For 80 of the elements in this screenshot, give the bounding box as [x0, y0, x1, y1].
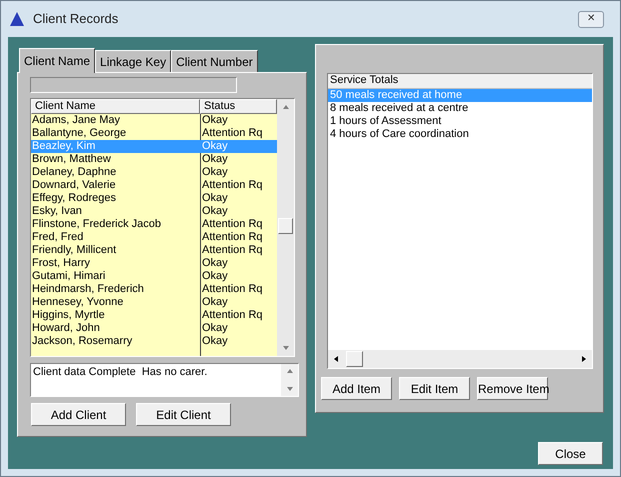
status-cell-text: Okay	[201, 296, 229, 309]
list-row[interactable]: 8 meals received at a centre	[328, 102, 592, 115]
client-name-cell-text: Heindmarsh, Frederich	[31, 283, 145, 296]
push-button[interactable]: Add Item	[321, 377, 392, 400]
client-name-cell-text: Jackson, Rosemarry	[31, 335, 134, 348]
client-name-cell-text: Beazley, Kim	[31, 140, 96, 153]
column-header[interactable]: Service Totals	[328, 74, 592, 89]
tab[interactable]: Linkage Key	[95, 50, 172, 72]
client-name-cell-text: Brown, Matthew	[31, 153, 112, 166]
client-name-cell-text: Esky, Ivan	[31, 205, 83, 218]
list-row[interactable]: 4 hours of Care coordination	[328, 128, 592, 141]
client-name-cell-text: Howard, John	[31, 322, 101, 335]
status-cell-text: Okay	[201, 205, 229, 218]
vertical-scrollbar[interactable]	[277, 99, 294, 356]
status-cell-text: Okay	[201, 192, 229, 205]
client-name-cell-text: Delaney, Daphne	[31, 166, 118, 179]
list-row[interactable]: Brown, Matthew Okay	[31, 153, 277, 166]
scroll-arrow-down-icon[interactable]	[282, 344, 290, 352]
list-row[interactable]: Ballantyne, George Attention Rq	[31, 127, 277, 140]
status-cell-text: Okay	[201, 153, 229, 166]
client-name-cell-text: Effegy, Rodreges	[31, 192, 117, 205]
scroll-arrow-right-icon[interactable]	[580, 355, 588, 363]
list-row[interactable]: 1 hours of Assessment	[328, 115, 592, 128]
list-row[interactable]: Howard, John Okay	[31, 322, 277, 335]
status-cell-text: Attention Rq	[201, 309, 264, 322]
client-name-cell-text: Flinstone, Frederick Jacob	[31, 218, 162, 231]
status-cell-text: Attention Rq	[201, 283, 264, 296]
scroll-thumb[interactable]	[278, 218, 293, 234]
list-row[interactable]: Fred, Fred Attention Rq	[31, 231, 277, 244]
client-name-cell-text: Higgins, Myrtle	[31, 309, 106, 322]
list-row[interactable]: Higgins, Myrtle Attention Rq	[31, 309, 277, 322]
list-row[interactable]: Esky, Ivan Okay	[31, 205, 277, 218]
status-cell-text: Attention Rq	[201, 127, 264, 140]
list-row[interactable]: Hennesey, Yvonne Okay	[31, 296, 277, 309]
push-button[interactable]: Edit Client	[136, 403, 231, 426]
client-name-cell-text: Fred, Fred	[31, 231, 84, 244]
push-button[interactable]: Remove Item	[477, 377, 548, 400]
window-title: Client Records	[33, 10, 118, 28]
status-cell-text: Okay	[201, 166, 229, 179]
push-button[interactable]: Close	[538, 442, 603, 465]
status-cell-text: Okay	[201, 335, 229, 348]
list-row[interactable]: Heindmarsh, Frederich Attention Rq	[31, 283, 277, 296]
client-name-cell-text: Frost, Harry	[31, 257, 92, 270]
column-header[interactable]: Client Name	[31, 99, 200, 114]
status-cell-text: Attention Rq	[201, 244, 264, 257]
client-name-cell-text: Adams, Jane May	[31, 114, 122, 127]
triangle-logo-icon	[9, 11, 25, 27]
scroll-arrow-left-icon[interactable]	[332, 355, 340, 363]
status-cell-text: Okay	[201, 257, 229, 270]
status-cell-text: Okay	[201, 322, 229, 335]
status-cell-text: Attention Rq	[201, 231, 264, 244]
status-cell-text: Okay	[201, 114, 229, 127]
search-field[interactable]	[30, 77, 237, 93]
list-row[interactable]: Frost, Harry Okay	[31, 257, 277, 270]
client-name-cell-text: Friendly, Millicent	[31, 244, 118, 257]
scroll-thumb[interactable]	[346, 351, 363, 367]
status-cell-text: Attention Rq	[201, 179, 264, 192]
column-header[interactable]: Status	[200, 99, 277, 114]
list-row[interactable]: Adams, Jane May Okay	[31, 114, 277, 127]
tab[interactable]: Client Number	[171, 50, 258, 72]
tab[interactable]: Client Name	[19, 48, 96, 73]
list-row[interactable]: Flinstone, Frederick Jacob Attention Rq	[31, 218, 277, 231]
list-row[interactable]: Friendly, Millicent Attention Rq	[31, 244, 277, 257]
list-row[interactable]: Effegy, Rodreges Okay	[31, 192, 277, 205]
push-button[interactable]: Add Client	[31, 403, 126, 426]
list-row[interactable]: Downard, Valerie Attention Rq	[31, 179, 277, 192]
client-name-cell-text: Ballantyne, George	[31, 127, 128, 140]
close-button[interactable]: ✕	[578, 10, 604, 28]
list-row[interactable]: Jackson, Rosemarry Okay	[31, 335, 277, 348]
list-row[interactable]: Gutami, Himari Okay	[31, 270, 277, 283]
client-name-cell-text: Downard, Valerie	[31, 179, 117, 192]
scroll-arrow-up-icon[interactable]	[282, 103, 290, 111]
client-name-cell-text: Gutami, Himari	[31, 270, 106, 283]
list-row[interactable]: Delaney, Daphne Okay	[31, 166, 277, 179]
client-name-cell-text: Hennesey, Yvonne	[31, 296, 124, 309]
status-cell-text: Okay	[201, 270, 229, 283]
status-cell-text: Okay	[201, 140, 229, 153]
push-button[interactable]: Edit Item	[399, 377, 470, 400]
horizontal-scrollbar[interactable]	[328, 350, 592, 368]
status-cell-text: Attention Rq	[201, 218, 264, 231]
